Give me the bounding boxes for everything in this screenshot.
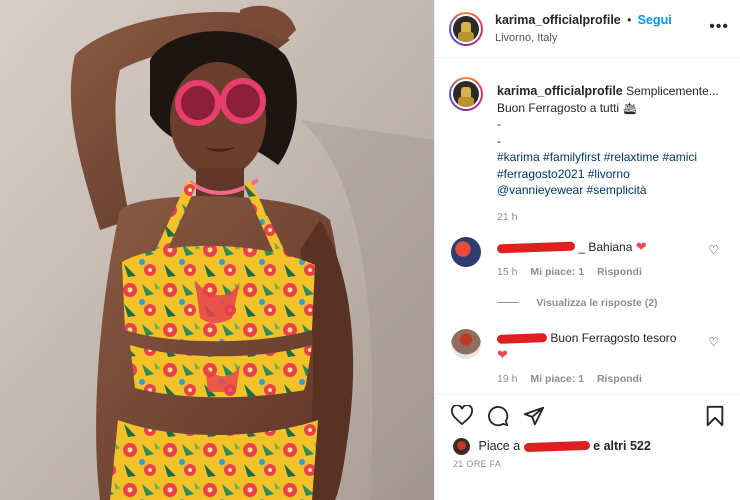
hashtag-link[interactable]: #livorno [588,167,630,181]
save-bookmark-icon[interactable] [705,405,725,427]
ship-emoji-icon: 🛳 [622,100,638,115]
comment-2: Buon Ferragosto tesoro ❤ [496,331,697,363]
comment-1: _ Bahiana ❤ [496,239,697,255]
comment-2-meta: 19 h Mi piace: 1 Rispondi [497,373,642,385]
caption-line1: Semplicemente... [626,84,719,98]
view-replies-row[interactable]: Visualizza le risposte (2) [497,295,658,309]
comment-bubble-icon[interactable] [487,405,509,427]
comment-likes-count[interactable]: Mi piace: 1 [530,373,584,385]
comment-2-text: Buon Ferragosto tesoro [550,331,677,345]
hashtags-line: @vannieyewear #semplicità [497,182,729,199]
comment-2-first-line: Buon Ferragosto tesoro [496,331,697,345]
reply-button[interactable]: Rispondi [597,266,642,278]
comment-likes-count[interactable]: Mi piace: 1 [530,266,584,278]
post-actions: Piace a e altri 522 21 ORE FA [435,394,740,500]
reply-button[interactable]: Rispondi [597,373,642,385]
comment-like-heart-icon[interactable]: ♡ [708,335,719,349]
caption-first-line: karima_officialprofile Semplicemente... [497,83,729,100]
caption: karima_officialprofile Semplicemente... … [497,83,729,225]
hashtags-line: #karima #familyfirst #relaxtime #amici [497,149,729,166]
liked-by-prefix: Piace a [478,438,521,453]
hashtag-link[interactable]: #karima [497,150,540,164]
liker-avatar[interactable] [453,438,470,455]
view-replies-button[interactable]: Visualizza le risposte (2) [536,297,657,309]
caption-avatar[interactable] [449,77,483,111]
like-heart-icon[interactable] [451,405,473,425]
share-paper-plane-icon[interactable] [523,405,545,427]
comment-like-heart-icon[interactable]: ♡ [708,243,719,257]
hashtag-link[interactable]: #familyfirst [543,150,600,164]
caption-dash: - [497,117,501,131]
comment-1-text: _ Bahiana [578,240,633,254]
replies-divider [497,302,519,304]
comment-time: 15 h [497,266,518,278]
hashtag-link[interactable]: #ferragosto2021 [497,167,584,181]
comments-section[interactable]: karima_officialprofile Semplicemente... … [435,59,740,393]
caption-dash: - [497,133,501,148]
commenter-avatar[interactable] [451,237,481,267]
header-user-row: karima_officialprofile • Segui [495,13,672,27]
follow-button[interactable]: Segui [638,13,672,27]
caption-username[interactable]: karima_officialprofile [497,84,623,98]
liked-by-count[interactable]: e altri 522 [593,439,651,453]
hashtag-link[interactable]: #relaxtime [604,150,659,164]
redacted-username [496,241,576,254]
commenter-avatar[interactable] [451,329,481,359]
post-sidebar: karima_officialprofile • Segui Livorno, … [434,0,740,500]
hashtag-link[interactable]: #semplicità [587,183,647,197]
liked-by-row: Piace a e altri 522 [453,438,651,455]
redacted-username [496,333,548,345]
follow-separator: • [627,13,632,27]
photo-illustration [0,0,434,500]
post-time-ago[interactable]: 21 ORE FA [453,459,501,469]
header-username[interactable]: karima_officialprofile [495,13,621,27]
caption-line2: Buon Ferragosto a tutti [497,100,620,115]
comment-1-meta: 15 h Mi piace: 1 Rispondi [497,266,642,278]
mention-link[interactable]: @vannieyewear [497,183,583,197]
redacted-username [523,440,590,453]
profile-avatar[interactable] [449,12,483,46]
hashtags-line: #ferragosto2021 #livorno [497,166,729,183]
post-photo[interactable] [0,0,434,500]
post-header: karima_officialprofile • Segui Livorno, … [435,0,740,58]
comment-time: 19 h [497,373,518,385]
more-options-icon[interactable]: ••• [709,18,729,36]
location-link[interactable]: Livorno, Italy [495,32,557,44]
caption-timestamp: 21 h [497,210,518,223]
caption-line2-row: Buon Ferragosto a tutti 🛳 [497,100,729,117]
red-heart-emoji-icon: ❤ [497,347,508,362]
hashtag-link[interactable]: #amici [662,150,697,164]
red-heart-emoji-icon: ❤ [635,239,647,254]
